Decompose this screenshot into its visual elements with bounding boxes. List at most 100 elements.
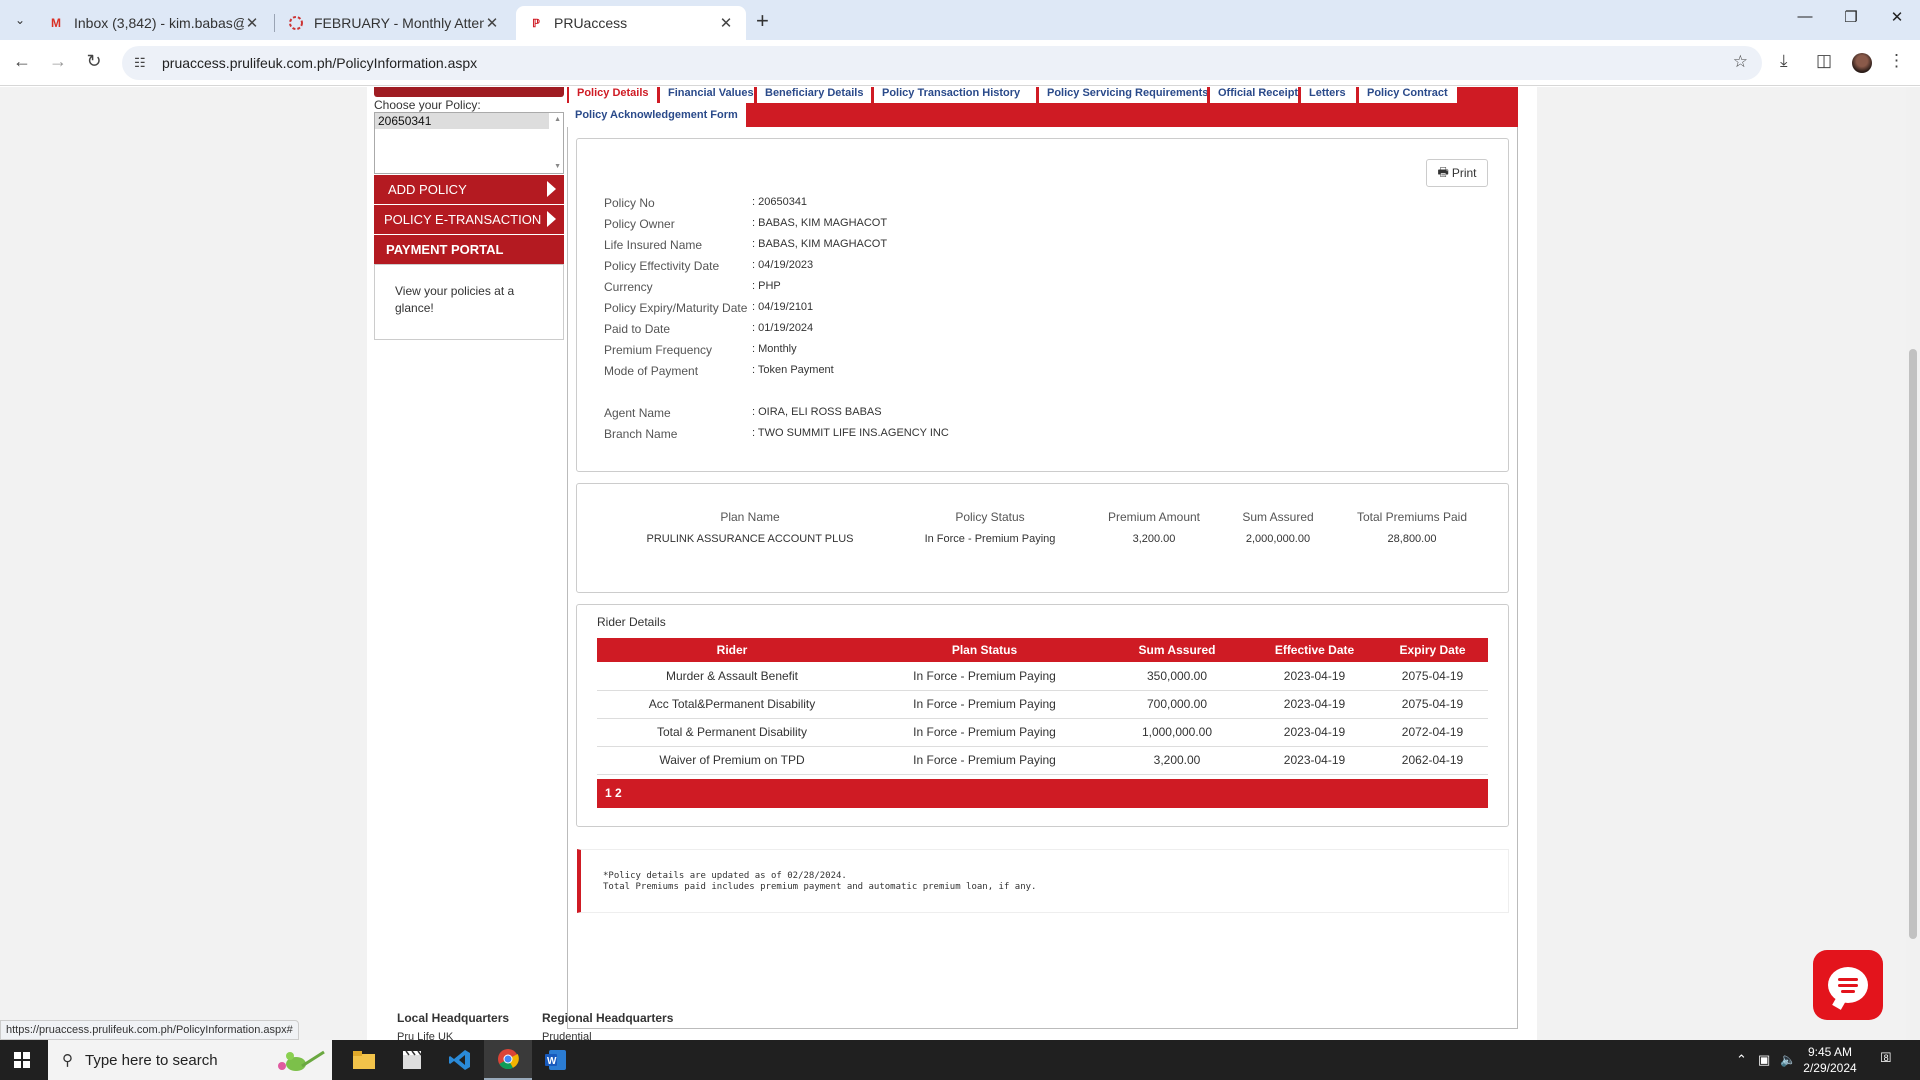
table-row: Murder & Assault Benefit In Force - Prem… [597,662,1488,691]
policy-option[interactable]: 20650341 [375,113,549,129]
policy-listbox[interactable]: 20650341 ▲ ▼ [374,112,564,174]
tab-gmail[interactable]: M Inbox (3,842) - kim.babas@my. ✕ [36,6,272,40]
taskbar-search[interactable]: ⚲ Type here to search [48,1040,332,1080]
search-icon: ⚲ [62,1052,73,1069]
pru-icon: ℙ [532,17,540,30]
status-url-bubble: https://pruaccess.prulifeuk.com.ph/Polic… [0,1020,299,1040]
tab-letters[interactable]: Letters [1301,87,1356,103]
col-header-rider: Rider [597,638,867,662]
footer-regional-hq: Regional Headquarters [542,1011,674,1025]
tab-official-receipt[interactable]: Official Receipt [1210,87,1298,103]
tab-policy-servicing-requirements[interactable]: Policy Servicing Requirements [1039,87,1207,103]
rider-pagination[interactable]: 1 2 [597,779,1488,808]
choose-policy-label: Choose your Policy: [374,98,481,112]
tab-financial-values[interactable]: Financial Values [660,87,754,103]
scrollbar-thumb[interactable] [1909,349,1917,939]
word-icon[interactable]: W [532,1040,580,1080]
info-row-expiry-date: Policy Expiry/Maturity Date : 04/19/2101 [604,301,814,315]
print-button[interactable]: 🖶 Print [1426,159,1488,187]
info-row-effectivity-date: Policy Effectivity Date : 04/19/2023 [604,259,814,273]
download-icon[interactable]: ⤓ [1780,51,1788,71]
info-row-agent-name: Agent Name : OIRA, ELI ROSS BABAS [604,406,882,420]
tab-policy-transaction-history[interactable]: Policy Transaction History [874,87,1036,103]
info-row-life-insured: Life Insured Name : BABAS, KIM MAGHACOT [604,238,888,252]
chrome-icon[interactable] [484,1040,532,1080]
total-premiums-paid-col: Total Premiums Paid 28,800.00 [1356,510,1468,545]
close-tab-icon[interactable]: ✕ [244,14,260,32]
windows-taskbar: ⚲ Type here to search W ⌃ ▣ 🔈 9:45 AM 2/… [0,1040,1920,1080]
forward-arrow-icon[interactable]: → [46,51,70,72]
info-row-premium-frequency: Premium Frequency : Monthly [604,343,797,357]
rider-details-title: Rider Details [597,615,666,629]
col-header-expiry-date: Expiry Date [1377,638,1488,662]
browser-toolbar: ← → ↻ ☷ pruaccess.prulifeuk.com.ph/Polic… [0,40,1920,86]
policy-e-transaction-button[interactable]: POLICY E-TRANSACTION [374,205,564,234]
back-arrow-icon[interactable]: ← [10,51,34,72]
browser-tab-bar: ⌄ M Inbox (3,842) - kim.babas@my. ✕ FEBR… [0,0,1920,40]
vscode-icon[interactable] [436,1040,484,1080]
info-row-branch-name: Branch Name : TWO SUMMIT LIFE INS.AGENCY… [604,427,949,441]
footer-regional-sub: Prudential [542,1031,592,1040]
table-row: Waiver of Premium on TPD In Force - Prem… [597,746,1488,775]
tab-beneficiary-details[interactable]: Beneficiary Details [757,87,871,103]
rider-table: Rider Plan Status Sum Assured Effective … [597,638,1488,775]
file-explorer-icon[interactable] [340,1040,388,1080]
tray-chevron-up-icon[interactable]: ⌃ [1736,1052,1747,1068]
footer-local-sub: Pru Life UK [397,1031,454,1040]
notification-center-icon[interactable]: ☐8 [1880,1050,1897,1066]
svg-text:W: W [547,1056,557,1067]
tab-search-chevron-icon[interactable]: ⌄ [8,8,32,32]
scroll-down-icon[interactable]: ▼ [554,163,561,170]
chat-support-button[interactable] [1813,950,1883,1020]
table-row: Total & Permanent Disability In Force - … [597,718,1488,747]
search-highlight-frog-icon [278,1050,325,1071]
chevron-right-icon [547,181,556,197]
update-notice: *Policy details are updated as of 02/28/… [577,849,1509,913]
notice-line-1: *Policy details are updated as of 02/28/… [603,871,847,881]
col-header-effective-date: Effective Date [1252,638,1377,662]
info-row-paid-to-date: Paid to Date : 01/19/2024 [604,322,814,336]
site-settings-icon[interactable]: ☷ [134,55,152,71]
bookmark-star-icon[interactable]: ☆ [1733,52,1748,72]
address-bar[interactable]: ☷ pruaccess.prulifeuk.com.ph/PolicyInfor… [122,46,1762,80]
taskbar-clock[interactable]: 9:45 AM 2/29/2024 [1790,1044,1870,1076]
restore-icon[interactable]: ❐ [1828,8,1874,26]
close-window-icon[interactable]: ✕ [1874,8,1920,26]
new-tab-plus-icon[interactable]: + [756,8,769,34]
rider-table-header: Rider Plan Status Sum Assured Effective … [597,638,1488,662]
sidebar-top-bar [374,87,564,97]
policy-status-col: Policy Status In Force - Premium Paying [924,510,1056,545]
info-row-currency: Currency : PHP [604,280,781,294]
footer-local-hq: Local Headquarters [397,1011,510,1025]
page-scrollbar[interactable] [1906,87,1920,1040]
table-row: Acc Total&Permanent Disability In Force … [597,690,1488,719]
premium-amount-col: Premium Amount 3,200.00 [1107,510,1201,545]
page-viewport: Choose your Policy: 20650341 ▲ ▼ ADD POL… [0,87,1906,1040]
reload-icon[interactable]: ↻ [82,51,106,72]
scroll-up-icon[interactable]: ▲ [554,116,561,123]
close-tab-icon[interactable]: ✕ [718,14,734,32]
tab-pruaccess[interactable]: ℙ PRUaccess ✕ [516,6,746,40]
tab-policy-acknowledgement-form[interactable]: Policy Acknowledgement Form [567,103,746,127]
tab-attendance[interactable]: FEBRUARY - Monthly Attendanc ✕ [276,6,512,40]
minimize-icon[interactable]: — [1782,8,1828,25]
payment-portal-button[interactable]: PAYMENT PORTAL [374,235,564,264]
windows-start-icon[interactable] [14,1052,30,1068]
sum-assured-col: Sum Assured 2,000,000.00 [1242,510,1314,545]
sidebar-blurb: View your policies at a glance! [395,284,515,315]
network-icon[interactable]: ▣ [1758,1052,1770,1068]
tab-policy-contract[interactable]: Policy Contract [1359,87,1457,103]
notice-line-2: Total Premiums paid includes premium pay… [603,882,1037,892]
add-policy-button[interactable]: ADD POLICY [374,175,564,204]
close-tab-icon[interactable]: ✕ [484,14,500,32]
profile-avatar[interactable] [1852,53,1872,73]
tab-separator [274,14,275,32]
gmail-icon: M [51,16,61,30]
tab-policy-details[interactable]: Policy Details [569,87,657,103]
side-panel-icon[interactable]: ◫ [1816,51,1832,71]
info-row-mode-of-payment: Mode of Payment : Token Payment [604,364,834,378]
plan-name-col: Plan Name PRULINK ASSURANCE ACCOUNT PLUS [646,510,854,545]
menu-kebab-icon[interactable]: ⋮ [1888,51,1905,71]
video-editor-icon[interactable] [388,1040,436,1080]
printer-icon: 🖶 [1437,164,1449,179]
